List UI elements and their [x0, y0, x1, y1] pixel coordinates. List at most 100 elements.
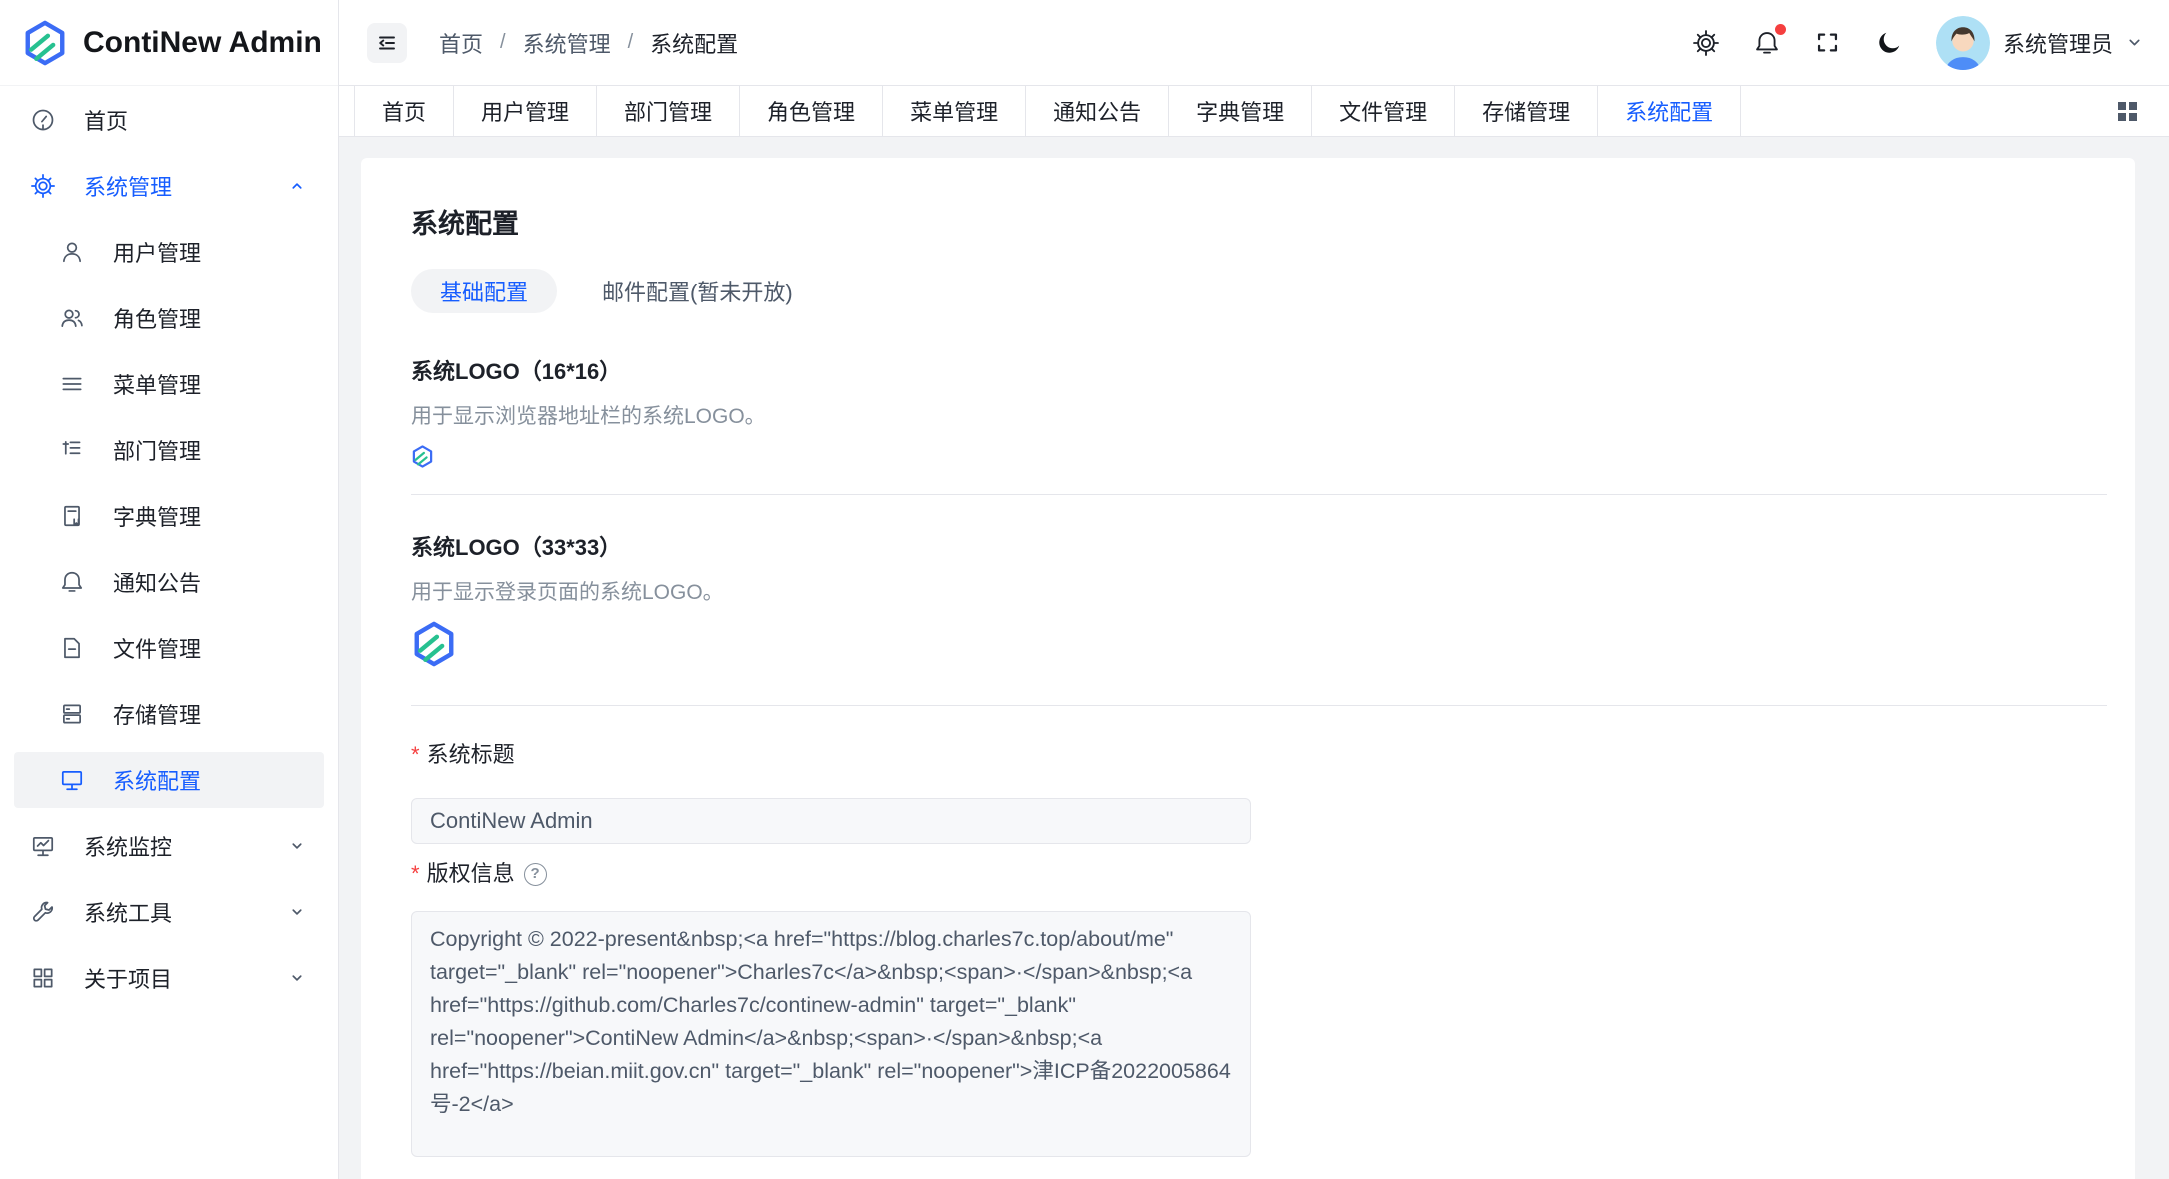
- sidebar-item-label: 用户管理: [113, 236, 201, 268]
- storage-server-icon: [59, 701, 85, 727]
- sidebar-item-label: 系统配置: [113, 764, 201, 796]
- breadcrumb-item-home[interactable]: 首页: [439, 27, 483, 59]
- content-area: 系统配置 基础配置 邮件配置(暂未开放) 系统LOGO（16*16） 用于显示浏…: [339, 137, 2169, 1179]
- sidebar-group-about[interactable]: 关于项目: [14, 950, 324, 1006]
- breadcrumb: 首页 / 系统管理 / 系统配置: [439, 27, 738, 59]
- tab-file-management[interactable]: 文件管理: [1312, 86, 1455, 136]
- sidebar: ContiNew Admin 首页 系统管理: [0, 0, 339, 1179]
- app-window: ContiNew Admin 首页 系统管理: [0, 0, 2169, 1179]
- sidebar-group-label: 关于项目: [84, 962, 172, 994]
- copyright-label: * 版权信息 ?: [411, 859, 2107, 889]
- sidebar-item-label: 部门管理: [113, 434, 201, 466]
- main-area: 首页 / 系统管理 / 系统配置: [339, 0, 2169, 1179]
- chevron-up-icon: [288, 177, 306, 195]
- tab-label: 通知公告: [1053, 95, 1141, 127]
- notifications-button[interactable]: [1753, 29, 1781, 57]
- dark-mode-button[interactable]: [1875, 29, 1903, 57]
- sidebar-nav: 首页 系统管理 用户管理 角色: [0, 86, 338, 1016]
- tab-dict-management[interactable]: 字典管理: [1169, 86, 1312, 136]
- sidebar-item-label: 字典管理: [113, 500, 201, 532]
- sidebar-item-label: 存储管理: [113, 698, 201, 730]
- sidebar-item-user-management[interactable]: 用户管理: [14, 224, 324, 280]
- tab-menu-management[interactable]: 菜单管理: [883, 86, 1026, 136]
- required-asterisk: *: [411, 859, 420, 889]
- tab-role-management[interactable]: 角色管理: [740, 86, 883, 136]
- sidebar-item-menu-management[interactable]: 菜单管理: [14, 356, 324, 412]
- sidebar-item-dept-management[interactable]: 部门管理: [14, 422, 324, 478]
- gear-icon: [30, 173, 56, 199]
- sidebar-item-label: 文件管理: [113, 632, 201, 664]
- chevron-down-icon: [288, 903, 306, 921]
- fullscreen-button[interactable]: [1814, 29, 1842, 57]
- bell-icon: [59, 569, 85, 595]
- section-divider: [411, 494, 2107, 495]
- tab-dept-management[interactable]: 部门管理: [597, 86, 740, 136]
- login-logo-image[interactable]: [411, 621, 457, 667]
- user-menu[interactable]: 系统管理员: [1936, 16, 2143, 70]
- notification-badge-dot: [1775, 24, 1786, 35]
- dashboard-icon: [30, 107, 56, 133]
- brand[interactable]: ContiNew Admin: [0, 0, 338, 86]
- menu-fold-icon: [375, 31, 399, 55]
- sidebar-item-system-config[interactable]: 系统配置: [14, 752, 324, 808]
- tab-home[interactable]: 首页: [354, 86, 454, 136]
- desktop-icon: [59, 767, 85, 793]
- sidebar-item-label: 通知公告: [113, 566, 201, 598]
- brand-title: ContiNew Admin: [83, 26, 322, 60]
- grid-squares-icon: [2117, 101, 2137, 121]
- tab-user-management[interactable]: 用户管理: [454, 86, 597, 136]
- subtab-basic-config[interactable]: 基础配置: [411, 269, 557, 313]
- tab-label: 首页: [382, 95, 426, 127]
- sidebar-item-label: 菜单管理: [113, 368, 201, 400]
- subtab-mail-config[interactable]: 邮件配置(暂未开放): [573, 269, 822, 313]
- fullscreen-icon: [1814, 29, 1842, 56]
- logo16-section-desc: 用于显示浏览器地址栏的系统LOGO。: [411, 403, 2107, 431]
- sidebar-item-notice[interactable]: 通知公告: [14, 554, 324, 610]
- tab-label: 菜单管理: [910, 95, 998, 127]
- tab-label: 角色管理: [767, 95, 855, 127]
- config-subtabs: 基础配置 邮件配置(暂未开放): [411, 269, 2107, 313]
- chevron-down-icon: [2126, 34, 2143, 51]
- sidebar-item-storage-management[interactable]: 存储管理: [14, 686, 324, 742]
- sidebar-group-system-management[interactable]: 系统管理: [14, 158, 324, 214]
- monitor-chart-icon: [30, 833, 56, 859]
- tab-system-config[interactable]: 系统配置: [1598, 86, 1741, 136]
- sidebar-group-label: 系统工具: [84, 896, 172, 928]
- brand-logo-icon: [22, 19, 68, 67]
- help-icon[interactable]: ?: [524, 863, 547, 886]
- tab-label: 部门管理: [624, 95, 712, 127]
- site-title-input[interactable]: [411, 798, 1251, 844]
- apps-grid-icon: [30, 965, 56, 991]
- tree-list-icon: [59, 437, 85, 463]
- sidebar-item-home[interactable]: 首页: [14, 92, 324, 148]
- menu-lines-icon: [59, 371, 85, 397]
- logo16-section-label: 系统LOGO（16*16）: [411, 357, 2107, 387]
- site-title-label: * 系统标题: [411, 740, 2107, 770]
- sidebar-collapse-button[interactable]: [367, 23, 407, 63]
- breadcrumb-item-system-management[interactable]: 系统管理: [523, 27, 611, 59]
- topbar-actions: 系统管理员: [1692, 16, 2143, 70]
- settings-button[interactable]: [1692, 29, 1720, 57]
- sidebar-item-role-management[interactable]: 角色管理: [14, 290, 324, 346]
- sidebar-group-label: 系统监控: [84, 830, 172, 862]
- tab-storage-management[interactable]: 存储管理: [1455, 86, 1598, 136]
- favicon-logo-image[interactable]: [411, 445, 434, 468]
- breadcrumb-separator: /: [628, 31, 634, 54]
- field-label-text: 系统标题: [427, 740, 515, 770]
- page-title: 系统配置: [411, 202, 2107, 241]
- sidebar-item-file-management[interactable]: 文件管理: [14, 620, 324, 676]
- chevron-down-icon: [288, 837, 306, 855]
- sidebar-item-dict-management[interactable]: 字典管理: [14, 488, 324, 544]
- sidebar-item-label: 首页: [84, 104, 128, 136]
- field-label-text: 版权信息: [427, 859, 515, 889]
- tab-label: 字典管理: [1196, 95, 1284, 127]
- sidebar-group-system-monitor[interactable]: 系统监控: [14, 818, 324, 874]
- user-name: 系统管理员: [2003, 27, 2113, 59]
- breadcrumb-separator: /: [500, 31, 506, 54]
- user-icon: [59, 239, 85, 265]
- tab-list-button[interactable]: [2117, 101, 2137, 121]
- copyright-textarea[interactable]: Copyright © 2022-present&nbsp;<a href="h…: [411, 911, 1251, 1157]
- gear-icon: [1692, 29, 1720, 57]
- tab-notice[interactable]: 通知公告: [1026, 86, 1169, 136]
- sidebar-group-system-tools[interactable]: 系统工具: [14, 884, 324, 940]
